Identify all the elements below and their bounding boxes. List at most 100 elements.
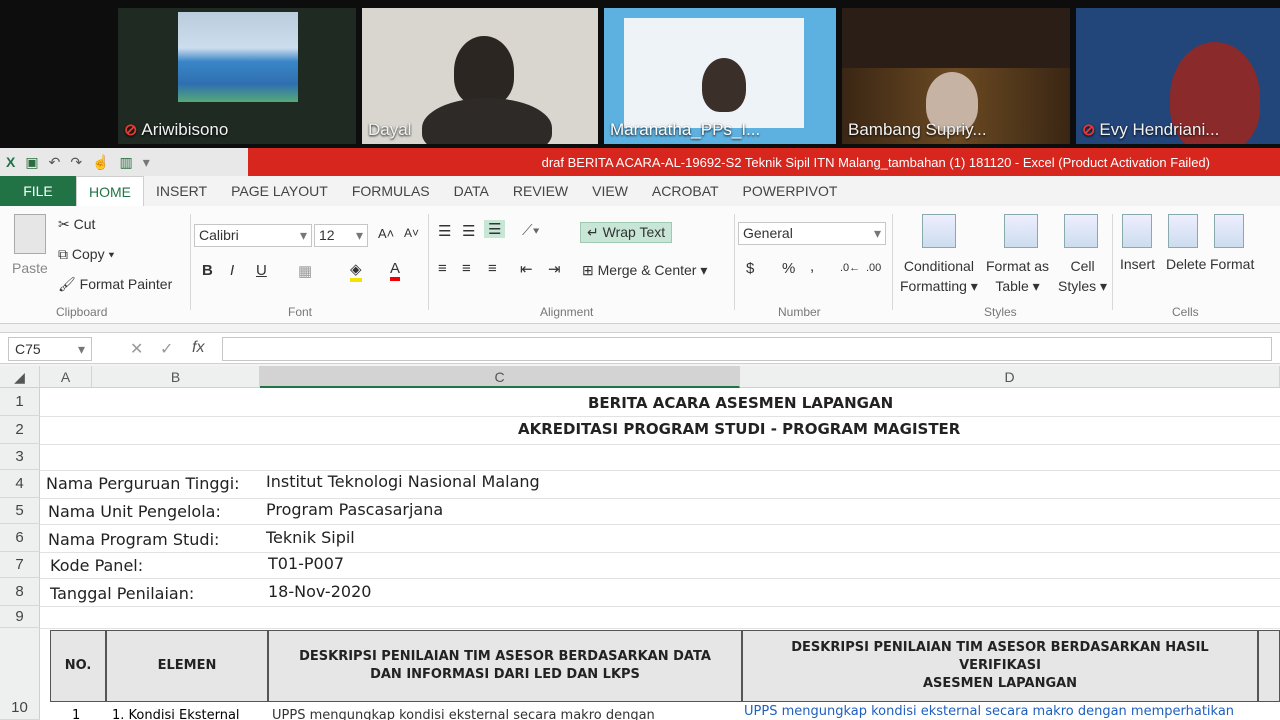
tab-formulas[interactable]: FORMULAS xyxy=(340,176,442,206)
table-header-desc-verification: DESKRIPSI PENILAIAN TIM ASESOR BERDASARK… xyxy=(742,630,1258,702)
merge-center-button[interactable]: ⊞ Merge & Center ▾ xyxy=(582,262,707,279)
delete-cells-button[interactable]: Delete xyxy=(1166,256,1206,272)
column-header-d[interactable]: D xyxy=(740,366,1280,388)
row-header-7[interactable]: 7 xyxy=(0,552,40,578)
undo-icon[interactable]: ↶ xyxy=(49,154,61,171)
row-header-10[interactable]: 10 xyxy=(0,628,40,720)
ribbon-tabs: FILE HOME INSERT PAGE LAYOUT FORMULAS DA… xyxy=(0,176,1280,206)
tab-powerpivot[interactable]: POWERPIVOT xyxy=(731,176,850,206)
screen: ⊘ Ariwibisono Dayal Maranatha_PPs_I... Ba… xyxy=(0,0,1280,720)
field-value-institution[interactable]: Institut Teknologi Nasional Malang xyxy=(266,472,540,491)
row-header-4[interactable]: 4 xyxy=(0,470,40,498)
delete-cells-icon xyxy=(1168,214,1198,248)
tab-file[interactable]: FILE xyxy=(0,176,76,206)
align-top-icon[interactable]: ☰ xyxy=(438,222,451,240)
formula-input[interactable] xyxy=(222,337,1272,361)
increase-decimal-icon[interactable]: .0← xyxy=(840,262,860,274)
participant-video xyxy=(702,58,746,112)
format-painter-button[interactable]: 🖌 Format Painter xyxy=(58,276,172,293)
chart-icon[interactable]: ▥ xyxy=(119,154,132,171)
column-header-a[interactable]: A xyxy=(40,366,92,388)
table-header-elemen: ELEMEN xyxy=(106,630,268,702)
field-value-date[interactable]: 18-Nov-2020 xyxy=(268,582,371,601)
cell-styles-button[interactable]: Cell Styles ▾ xyxy=(1058,256,1107,296)
table-header-next xyxy=(1258,630,1280,702)
tab-view[interactable]: VIEW xyxy=(580,176,640,206)
cut-button[interactable]: ✂ Cut xyxy=(58,216,95,233)
currency-button[interactable]: $ xyxy=(746,260,754,277)
format-cells-button[interactable]: Format xyxy=(1210,256,1254,272)
row-header-3[interactable]: 3 xyxy=(0,444,40,470)
cancel-icon[interactable]: ✕ xyxy=(130,339,143,359)
italic-button[interactable]: I xyxy=(230,262,234,279)
redo-icon[interactable]: ↷ xyxy=(70,154,82,171)
tab-data[interactable]: DATA xyxy=(442,176,501,206)
participant-tile-3[interactable]: Maranatha_PPs_I... xyxy=(604,8,836,144)
column-header-b[interactable]: B xyxy=(92,366,260,388)
column-header-c[interactable]: C xyxy=(260,366,740,388)
row-header-6[interactable]: 6 xyxy=(0,524,40,552)
touch-mode-icon[interactable]: ☝ xyxy=(92,154,109,171)
font-size-select[interactable]: 12 ▾ xyxy=(314,224,368,247)
field-value-program[interactable]: Teknik Sipil xyxy=(266,528,355,547)
decrease-decimal-icon[interactable]: .00 xyxy=(866,262,881,274)
fill-color-icon[interactable]: ◈ xyxy=(350,260,362,282)
mic-muted-icon: ⊘ xyxy=(124,122,138,139)
shrink-font-icon[interactable]: A˅ xyxy=(404,226,419,240)
field-value-unit[interactable]: Program Pascasarjana xyxy=(266,500,443,519)
tab-review[interactable]: REVIEW xyxy=(501,176,580,206)
row-header-5[interactable]: 5 xyxy=(0,498,40,524)
conditional-formatting-button[interactable]: Conditional Formatting ▾ xyxy=(900,256,978,296)
increase-indent-icon[interactable]: ⇥ xyxy=(548,260,561,278)
align-middle-icon[interactable]: ☰ xyxy=(462,222,475,240)
participant-tile-1[interactable]: ⊘ Ariwibisono xyxy=(118,8,356,144)
name-box[interactable]: C75 ▾ xyxy=(8,337,92,361)
table-header-no: NO. xyxy=(50,630,106,702)
percent-button[interactable]: % xyxy=(782,260,795,277)
align-right-icon[interactable]: ≡ xyxy=(488,260,497,277)
select-all-corner[interactable]: ◢ xyxy=(0,366,40,388)
enter-icon[interactable]: ✓ xyxy=(160,339,173,359)
table-header-desc-led: DESKRIPSI PENILAIAN TIM ASESOR BERDASARK… xyxy=(268,630,742,702)
tab-acrobat[interactable]: ACROBAT xyxy=(640,176,731,206)
merge-icon: ⊞ xyxy=(582,262,598,278)
align-left-icon[interactable]: ≡ xyxy=(438,260,447,277)
decrease-indent-icon[interactable]: ⇤ xyxy=(520,260,533,278)
group-photo xyxy=(178,12,298,102)
number-format-select[interactable]: General ▾ xyxy=(738,222,886,245)
underline-button[interactable]: U xyxy=(256,262,267,279)
align-center-icon[interactable]: ≡ xyxy=(462,260,471,277)
paste-icon[interactable] xyxy=(14,214,46,254)
participant-name: Bambang Supriy... xyxy=(848,120,987,139)
grow-font-icon[interactable]: A˄ xyxy=(378,226,394,241)
participant-tile-5[interactable]: ⊘ Evy Hendriani... xyxy=(1076,8,1280,144)
row-header-9[interactable]: 9 xyxy=(0,606,40,628)
bold-button[interactable]: B xyxy=(202,262,213,279)
font-color-icon[interactable]: A xyxy=(390,260,401,281)
row-header-1[interactable]: 1 xyxy=(0,388,40,416)
sheet-title-1: BERITA ACARA ASESMEN LAPANGAN xyxy=(588,394,894,412)
customize-qat-icon[interactable]: ▾ xyxy=(143,154,150,171)
format-as-table-button[interactable]: Format as Table ▾ xyxy=(986,256,1049,296)
save-icon[interactable]: ▣ xyxy=(25,154,38,171)
window-title: draf BERITA ACARA-AL-19692-S2 Teknik Sip… xyxy=(248,148,1280,176)
wrap-text-button[interactable]: ↵ Wrap Text xyxy=(580,222,673,243)
insert-cells-button[interactable]: Insert xyxy=(1120,256,1155,272)
row-header-2[interactable]: 2 xyxy=(0,416,40,444)
orientation-icon[interactable]: ⟋▾ xyxy=(522,222,540,239)
paste-button[interactable]: Paste xyxy=(12,260,48,276)
field-value-panel[interactable]: T01-P007 xyxy=(268,554,344,573)
insert-function-icon[interactable]: fx xyxy=(192,339,204,357)
spreadsheet-grid[interactable]: ◢ A B C D 1 2 3 4 5 6 7 8 9 10 BERITA AC… xyxy=(0,366,1280,720)
tab-home[interactable]: HOME xyxy=(76,176,144,206)
participant-tile-2[interactable]: Dayal xyxy=(362,8,598,144)
participant-tile-4[interactable]: Bambang Supriy... xyxy=(842,8,1070,144)
borders-icon[interactable]: ▦ xyxy=(298,262,312,280)
copy-button[interactable]: ⧉ Copy ▾ xyxy=(58,246,114,263)
tab-page-layout[interactable]: PAGE LAYOUT xyxy=(219,176,340,206)
align-bottom-icon[interactable]: ☰ xyxy=(484,220,506,238)
row-header-8[interactable]: 8 xyxy=(0,578,40,606)
comma-button[interactable]: , xyxy=(810,258,814,275)
font-name-select[interactable]: Calibri ▾ xyxy=(194,224,312,247)
tab-insert[interactable]: INSERT xyxy=(144,176,219,206)
